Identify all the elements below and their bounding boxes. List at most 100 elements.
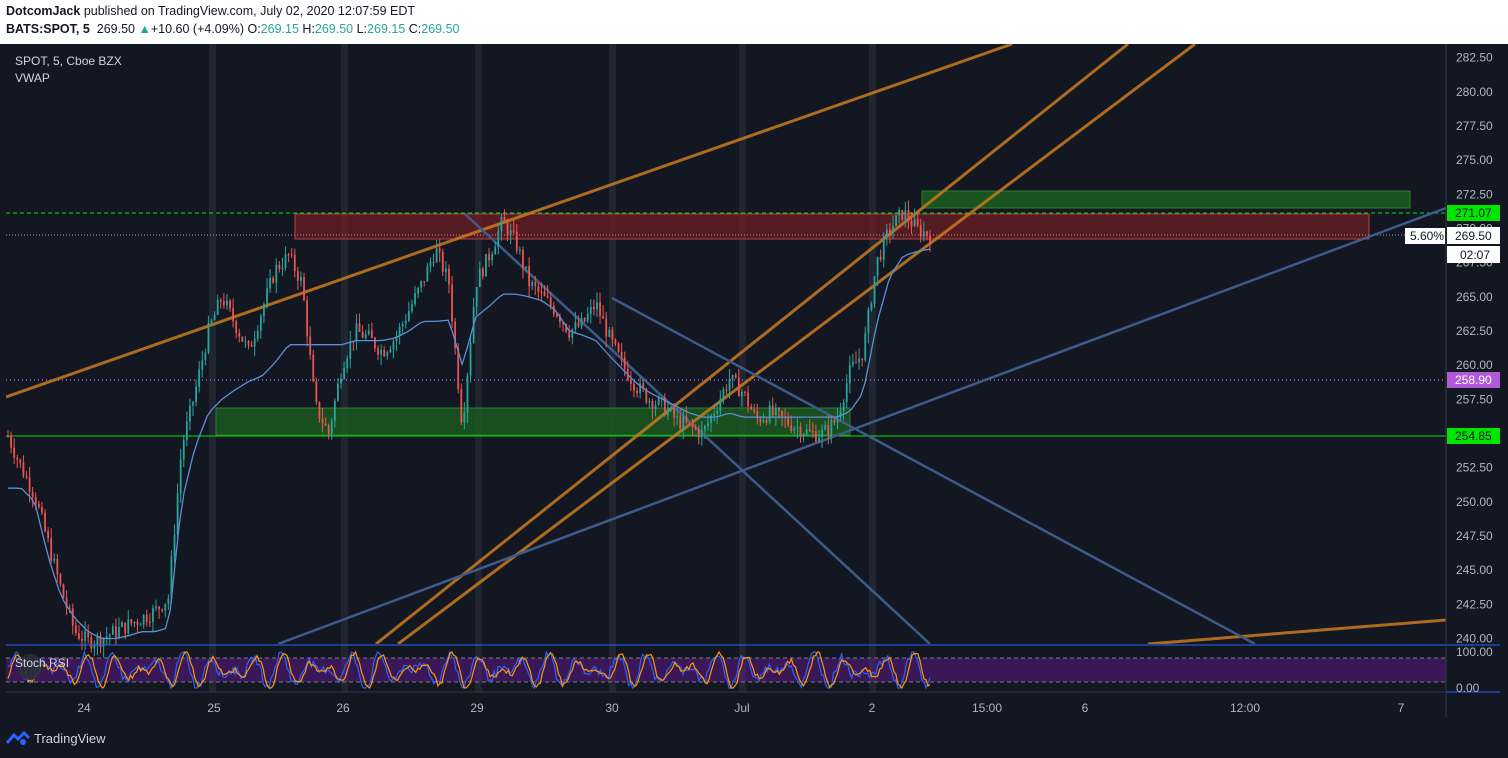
candle-body — [629, 379, 632, 384]
candle-body — [518, 249, 521, 251]
candle-body — [10, 436, 12, 448]
price-chart[interactable]: 282.50280.00277.50275.00272.50270.00267.… — [0, 44, 1508, 718]
candle-body — [226, 300, 228, 306]
candle-body — [127, 619, 130, 634]
candle-body — [340, 378, 342, 384]
candle-body — [16, 457, 19, 460]
candle-body — [892, 225, 894, 233]
candle-body — [238, 333, 241, 337]
candle-body — [78, 633, 80, 639]
candle-body — [380, 349, 383, 355]
resistance-price-text: 271.07 — [1455, 206, 1492, 220]
candle-body — [765, 420, 768, 423]
author-name[interactable]: DotcomJack — [6, 4, 80, 18]
candle-body — [272, 277, 275, 283]
time-tick-label: 24 — [77, 701, 91, 715]
candle-body — [182, 440, 185, 460]
candle-body — [266, 288, 268, 305]
candle-body — [494, 246, 497, 255]
candle-body — [346, 358, 349, 369]
price-tick-label: 275.00 — [1456, 153, 1493, 167]
candle-body — [374, 338, 376, 349]
close-label: C: — [408, 22, 422, 36]
candle-body — [232, 308, 235, 322]
publish-header: DotcomJack published on TradingView.com,… — [0, 0, 1508, 44]
candle-body — [426, 266, 429, 282]
candle-body — [648, 401, 651, 403]
candle-body — [50, 538, 53, 561]
candle-body — [719, 399, 722, 411]
candle-body — [543, 291, 546, 296]
candle-body — [666, 410, 669, 416]
price-tick-label: 250.00 — [1456, 495, 1493, 509]
price-tick-label: 260.00 — [1456, 358, 1493, 372]
stoch-legend[interactable]: Stoch RSI — [15, 656, 69, 670]
candle-body — [916, 219, 919, 226]
candle-body — [885, 229, 888, 237]
support-price-text: 254.85 — [1455, 429, 1492, 443]
candle-body — [475, 287, 478, 307]
candle-body — [124, 622, 127, 634]
candle-body — [691, 422, 694, 427]
candle-body — [102, 638, 105, 647]
chart-legend-title[interactable]: SPOT, 5, Cboe BZX — [15, 54, 122, 68]
candle-body — [441, 251, 444, 272]
candle-body — [864, 333, 867, 361]
candle-body — [611, 329, 614, 340]
candle-body — [713, 413, 716, 416]
candle-body — [256, 330, 259, 339]
candle-body — [44, 512, 46, 532]
session-break — [869, 44, 876, 692]
candle-body — [895, 215, 897, 226]
candle-body — [815, 431, 817, 442]
candle-body — [910, 220, 913, 227]
stoch-axis: 100.00 0.00 — [1456, 645, 1493, 695]
candle-body — [509, 230, 512, 236]
lower-trendline-orange[interactable] — [1147, 618, 1446, 644]
candle-body — [734, 374, 737, 378]
candle-body — [716, 410, 719, 414]
candle-body — [192, 401, 194, 406]
candle-body — [7, 436, 9, 438]
candle-body — [790, 424, 793, 431]
publish-line: DotcomJack published on TradingView.com,… — [6, 4, 415, 18]
candle-body — [210, 320, 213, 323]
candle-body — [321, 418, 324, 424]
publish-info: published on TradingView.com, July 02, 2… — [83, 4, 416, 18]
candle-body — [142, 614, 145, 625]
candle-body — [47, 531, 49, 539]
candle-body — [269, 277, 272, 289]
candle-body — [74, 625, 77, 634]
time-axis[interactable]: 24 25 26 29 30 Jul 2 15:00 6 12:00 7 — [77, 701, 1404, 715]
candle-body — [207, 322, 210, 353]
support-zone[interactable] — [215, 407, 851, 436]
symbol-name: BATS:SPOT, 5 — [6, 22, 90, 36]
candle-body — [25, 476, 28, 478]
vwap-legend[interactable]: VWAP — [15, 71, 50, 85]
candle-body — [497, 231, 500, 247]
candle-body — [599, 302, 601, 316]
candle-body — [438, 248, 441, 252]
candle-body — [500, 216, 503, 232]
candle-body — [737, 377, 740, 397]
candle-body — [278, 264, 281, 269]
candle-body — [876, 256, 879, 277]
candle-body — [121, 622, 123, 627]
candle-body — [679, 416, 682, 429]
candle-body — [275, 264, 278, 283]
candle-body — [799, 426, 802, 437]
candle-body — [244, 341, 247, 343]
candle-body — [448, 268, 450, 285]
candle-body — [386, 352, 389, 357]
time-tick-label: 26 — [336, 701, 350, 715]
candle-body — [651, 401, 654, 410]
candle-body — [253, 338, 256, 347]
price-axis[interactable]: 282.50280.00277.50275.00272.50270.00267.… — [1456, 51, 1493, 646]
candle-body — [870, 303, 873, 310]
candle-body — [592, 306, 595, 310]
candle-body — [907, 210, 910, 221]
vwap-line[interactable] — [8, 248, 931, 640]
falling-trendline-blue-2[interactable] — [611, 296, 1256, 644]
candle-body — [355, 323, 358, 342]
candle-body — [404, 320, 407, 324]
